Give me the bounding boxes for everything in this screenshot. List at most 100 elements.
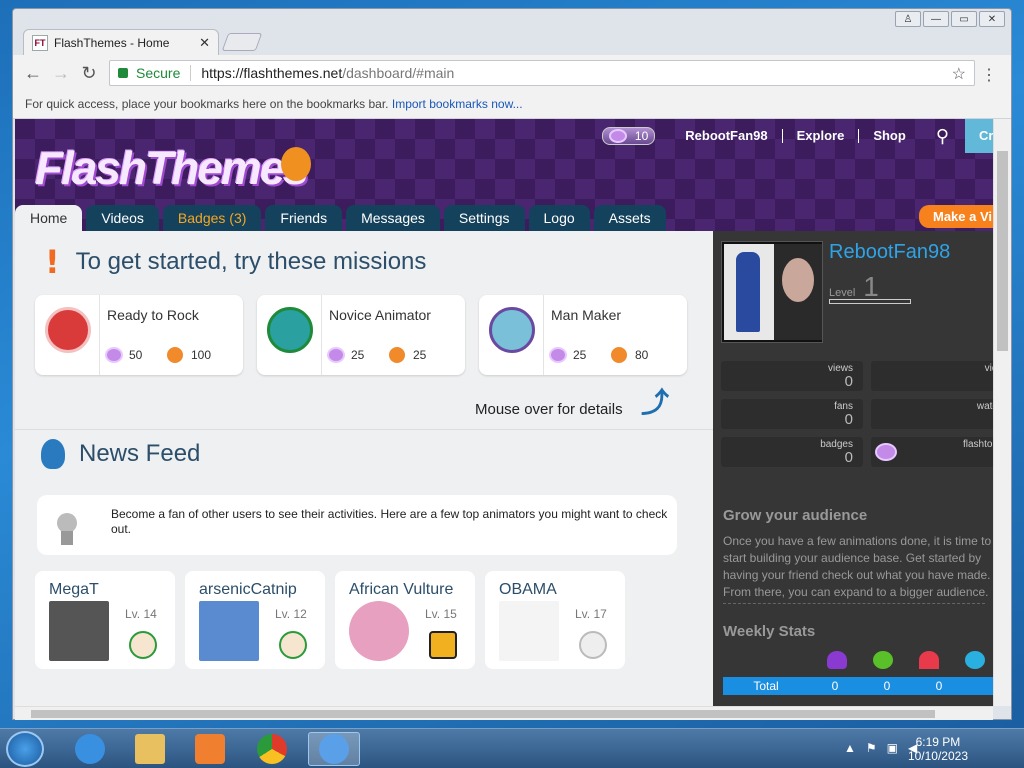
coin-icon bbox=[875, 443, 897, 461]
arrow-up-icon: ⤴ bbox=[641, 387, 670, 418]
mission-icon-box bbox=[479, 295, 544, 375]
heart-icon bbox=[919, 651, 939, 669]
flag-icon[interactable]: ⚑ bbox=[866, 741, 877, 755]
badge-icon bbox=[279, 631, 307, 659]
tab-friends[interactable]: Friends bbox=[265, 205, 343, 231]
new-tab-button[interactable] bbox=[221, 33, 263, 51]
start-button[interactable] bbox=[6, 731, 44, 767]
chat-icon bbox=[965, 651, 985, 669]
mission-card[interactable]: Ready to Rock 50 100 bbox=[35, 295, 243, 375]
profile-sidebar: RebootFan98 Level1 views0 vide fans0 wat… bbox=[713, 231, 993, 706]
import-bookmarks-link[interactable]: Import bookmarks now... bbox=[392, 97, 523, 111]
mission-coins: 50 bbox=[105, 347, 142, 363]
mission-name: Ready to Rock bbox=[107, 307, 199, 323]
browser-tab[interactable]: FT FlashThemes - Home ✕ bbox=[23, 29, 219, 55]
profile-icon[interactable]: ♙ bbox=[895, 11, 921, 27]
clock-time: 6:19 PM bbox=[915, 735, 961, 749]
coin-counter[interactable]: 10 bbox=[601, 127, 656, 145]
tip-box: Become a fan of other users to see their… bbox=[37, 495, 677, 555]
horizontal-scrollbar[interactable] bbox=[15, 706, 993, 720]
total-value: 0 bbox=[883, 679, 891, 693]
tray-arrow-icon[interactable]: ▲ bbox=[844, 741, 856, 755]
close-window-button[interactable]: ✕ bbox=[979, 11, 1005, 27]
stat-views: views 0 bbox=[721, 361, 863, 391]
user-name[interactable]: MegaT bbox=[49, 581, 99, 599]
bookmark-star-icon[interactable]: ☆ bbox=[952, 64, 966, 84]
mission-coins: 25 bbox=[327, 347, 364, 363]
user-name[interactable]: arsenicCatnip bbox=[199, 581, 297, 599]
tab-home[interactable]: Home bbox=[15, 205, 83, 231]
chrome-icon[interactable] bbox=[246, 732, 298, 766]
stat-watching: watch bbox=[871, 399, 993, 429]
mission-icon-box bbox=[35, 295, 100, 375]
xp-icon bbox=[611, 347, 627, 363]
tab-videos[interactable]: Videos bbox=[86, 205, 159, 231]
tab-assets[interactable]: Assets bbox=[593, 205, 666, 231]
main-content: ! To get started, try these missions Rea… bbox=[15, 231, 713, 706]
tab-messages[interactable]: Messages bbox=[346, 205, 440, 231]
user-name[interactable]: OBAMA bbox=[499, 581, 557, 599]
nav-shop-link[interactable]: Shop bbox=[859, 129, 920, 143]
forward-icon[interactable]: → bbox=[47, 63, 75, 84]
top-nav: 10 RebootFan98 Explore Shop ⚲ Cr bbox=[601, 119, 993, 153]
user-card[interactable]: arsenicCatnip Lv. 12 bbox=[185, 571, 325, 669]
total-label: Total bbox=[753, 679, 779, 693]
address-bar[interactable]: Secure https://flashthemes.net/dashboard… bbox=[109, 60, 975, 86]
profile-photo[interactable] bbox=[721, 241, 823, 343]
stat-flashtokens: flashtoke1 bbox=[871, 437, 993, 467]
ie-icon[interactable] bbox=[64, 732, 116, 766]
create-button[interactable]: Cr bbox=[965, 119, 993, 153]
web-page: FlashThemes 10 RebootFan98 Explore Shop … bbox=[15, 119, 993, 706]
avatar[interactable] bbox=[499, 601, 559, 661]
site-header: FlashThemes 10 RebootFan98 Explore Shop … bbox=[15, 119, 993, 231]
user-card[interactable]: African Vulture Lv. 15 bbox=[335, 571, 475, 669]
back-icon[interactable]: ← bbox=[19, 63, 47, 84]
xp-icon bbox=[167, 347, 183, 363]
profile-username[interactable]: RebootFan98 bbox=[829, 241, 950, 264]
stat-videos: vide bbox=[871, 361, 993, 391]
user-name[interactable]: African Vulture bbox=[349, 581, 453, 599]
tab-logo[interactable]: Logo bbox=[528, 205, 590, 231]
reload-icon[interactable]: ↻ bbox=[75, 63, 103, 84]
lightbulb-icon bbox=[51, 503, 83, 549]
user-level: Lv. 17 bbox=[575, 607, 607, 621]
maximize-button[interactable]: ▭ bbox=[951, 11, 977, 27]
minimize-button[interactable]: — bbox=[923, 11, 949, 27]
nav-user-link[interactable]: RebootFan98 bbox=[671, 129, 783, 143]
vertical-scrollbar[interactable] bbox=[993, 119, 1011, 706]
tab-badges[interactable]: Badges (3) bbox=[162, 205, 262, 231]
clock[interactable]: 6:19 PM 10/10/2023 bbox=[908, 735, 968, 763]
secure-label: Secure bbox=[136, 65, 192, 81]
news-title: News Feed bbox=[79, 440, 201, 467]
exclamation-icon: ! bbox=[45, 243, 60, 281]
pumpkin-icon bbox=[281, 147, 311, 181]
user-card[interactable]: OBAMA Lv. 17 bbox=[485, 571, 625, 669]
menu-icon[interactable]: ⋮ bbox=[981, 65, 997, 85]
explorer-icon[interactable] bbox=[124, 732, 176, 766]
nav-explore-link[interactable]: Explore bbox=[783, 129, 860, 143]
url-host: https://flashthemes.net bbox=[201, 65, 343, 81]
lock-icon bbox=[118, 68, 128, 78]
network-icon[interactable]: ▣ bbox=[887, 741, 898, 755]
mission-card[interactable]: Man Maker 25 80 bbox=[479, 295, 687, 375]
weekly-icons bbox=[827, 651, 985, 669]
close-tab-icon[interactable]: ✕ bbox=[199, 35, 210, 51]
tab-settings[interactable]: Settings bbox=[443, 205, 525, 231]
bookmarks-message: For quick access, place your bookmarks h… bbox=[25, 97, 389, 111]
mission-name: Novice Animator bbox=[329, 307, 431, 323]
coin-icon bbox=[105, 347, 123, 363]
search-icon[interactable]: ⚲ bbox=[920, 126, 965, 147]
window-controls: ♙ — ▭ ✕ bbox=[895, 11, 1005, 27]
avatar[interactable] bbox=[199, 601, 259, 661]
total-value: 0 bbox=[935, 679, 943, 693]
chrome-active-icon[interactable] bbox=[308, 732, 360, 766]
user-card[interactable]: MegaT Lv. 14 bbox=[35, 571, 175, 669]
mission-card[interactable]: Novice Animator 25 25 bbox=[257, 295, 465, 375]
avatar[interactable] bbox=[49, 601, 109, 661]
make-video-button[interactable]: Make a Vi bbox=[919, 205, 993, 228]
divider bbox=[723, 603, 985, 604]
avatar[interactable] bbox=[349, 601, 409, 661]
media-player-icon[interactable] bbox=[184, 732, 236, 766]
site-logo[interactable]: FlashThemes bbox=[35, 141, 309, 195]
thumbs-up-icon bbox=[429, 631, 457, 659]
